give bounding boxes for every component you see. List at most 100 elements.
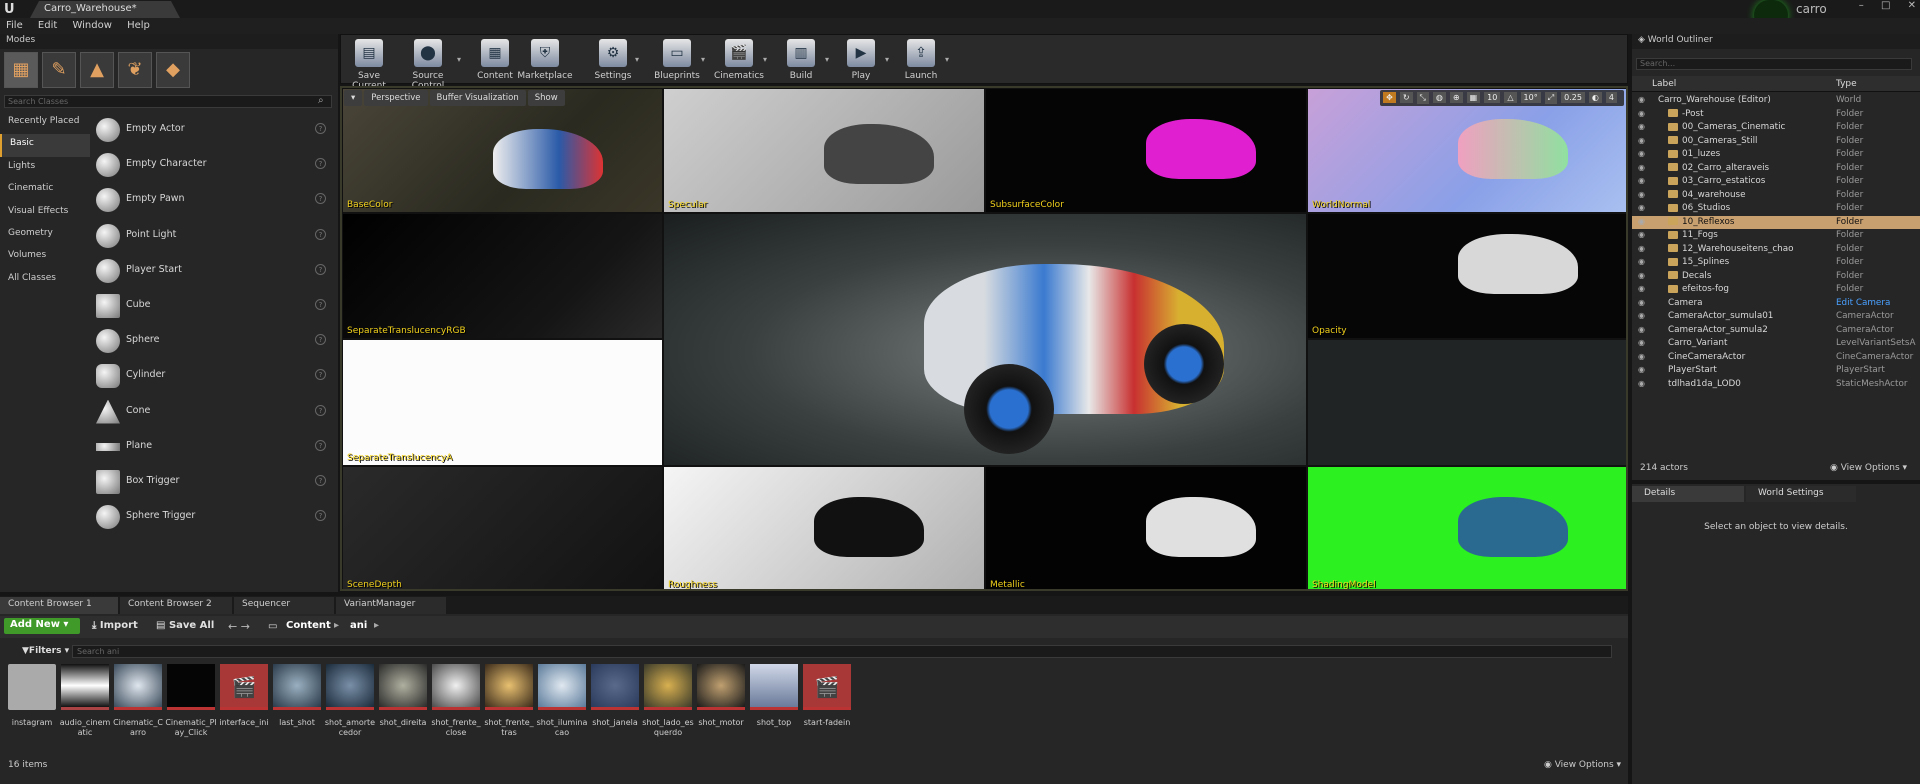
- outliner-row[interactable]: ◉ CameraActor_sumula01 CameraActor: [1632, 310, 1920, 324]
- outliner-row[interactable]: ◉ 02_Carro_alteraveis Folder: [1632, 162, 1920, 176]
- outliner-row[interactable]: ◉ 15_Splines Folder: [1632, 256, 1920, 270]
- visibility-eye-icon[interactable]: ◉: [1638, 244, 1645, 253]
- tab-content-browser-2[interactable]: Content Browser 2: [120, 597, 232, 614]
- outliner-row[interactable]: ◉ Decals Folder: [1632, 270, 1920, 284]
- visibility-eye-icon[interactable]: ◉: [1638, 311, 1645, 320]
- asset-tile[interactable]: shot_frente_close: [430, 664, 482, 738]
- help-icon[interactable]: ?: [315, 439, 326, 451]
- minimize-icon[interactable]: –: [1859, 0, 1864, 11]
- category-all-classes[interactable]: All Classes: [0, 269, 90, 291]
- source-control-button[interactable]: ⬤Source Control: [399, 37, 457, 91]
- search-classes-input[interactable]: Search Classes: [4, 95, 332, 108]
- document-tab[interactable]: Carro_Warehouse*: [30, 1, 180, 18]
- asset-tile[interactable]: last_shot: [271, 664, 323, 728]
- level-viewport[interactable]: BaseColor Specular SubsurfaceColor World…: [340, 86, 1628, 591]
- outliner-row[interactable]: ◉ tdlhad1da_LOD0 StaticMeshActor: [1632, 378, 1920, 392]
- outliner-row[interactable]: ◉ 06_Studios Folder: [1632, 202, 1920, 216]
- perspective-button[interactable]: Perspective: [364, 90, 428, 106]
- class-item[interactable]: Player Start?: [92, 253, 332, 288]
- content-button[interactable]: ▦ Content: [469, 37, 521, 81]
- class-item[interactable]: Cube?: [92, 288, 332, 323]
- tab-content-browser-1[interactable]: Content Browser 1: [0, 597, 118, 614]
- outliner-row[interactable]: ◉ 03_Carro_estaticos Folder: [1632, 175, 1920, 189]
- menu-file[interactable]: File: [0, 18, 29, 33]
- category-lights[interactable]: Lights: [0, 157, 90, 179]
- class-item[interactable]: Empty Actor?: [92, 112, 332, 147]
- chevron-down-icon[interactable]: ▾: [763, 55, 767, 64]
- settings-button[interactable]: ⚙ Settings: [587, 37, 639, 81]
- world-local-icon[interactable]: ◍: [1432, 92, 1446, 103]
- paint-mode-icon[interactable]: ✎: [42, 52, 76, 88]
- launch-button[interactable]: ⇪ Launch: [895, 37, 947, 81]
- class-item[interactable]: Sphere?: [92, 323, 332, 358]
- asset-tile[interactable]: 🎬 start-fadein: [801, 664, 853, 728]
- grid-snap-value[interactable]: 10: [1484, 92, 1501, 103]
- translate-icon[interactable]: ✥: [1383, 92, 1396, 103]
- asset-search-input[interactable]: Search ani: [72, 645, 1612, 658]
- place-mode-icon[interactable]: ▦: [4, 52, 38, 88]
- grid-snap-icon[interactable]: ▦: [1466, 92, 1481, 103]
- visibility-eye-icon[interactable]: ◉: [1638, 379, 1645, 388]
- help-icon[interactable]: ?: [315, 404, 326, 416]
- breadcrumb-separator-icon[interactable]: ▸: [334, 620, 339, 631]
- visibility-eye-icon[interactable]: ◉: [1638, 203, 1645, 212]
- asset-tile[interactable]: shot_iluminacao: [536, 664, 588, 738]
- menu-help[interactable]: Help: [121, 18, 156, 33]
- asset-tile[interactable]: shot_lado_esquerdo: [642, 664, 694, 738]
- asset-tile[interactable]: 🎬 interface_ini: [218, 664, 270, 728]
- help-icon[interactable]: ?: [315, 298, 326, 310]
- save-current-button[interactable]: ▤Save Current: [343, 37, 395, 91]
- menu-window[interactable]: Window: [66, 18, 117, 33]
- class-item[interactable]: Empty Character?: [92, 147, 332, 182]
- asset-tile[interactable]: shot_direita: [377, 664, 429, 728]
- import-button[interactable]: ⤓ Import: [92, 620, 138, 631]
- help-icon[interactable]: ?: [315, 123, 326, 134]
- asset-tile[interactable]: instagram: [6, 664, 58, 728]
- outliner-row[interactable]: ◉ Carro_Warehouse (Editor) World: [1632, 94, 1920, 108]
- marketplace-button[interactable]: ⛨ Marketplace: [515, 37, 575, 81]
- class-item[interactable]: Point Light?: [92, 218, 332, 253]
- help-icon[interactable]: ?: [315, 334, 326, 346]
- save-all-button[interactable]: ▤ Save All: [156, 620, 214, 631]
- chevron-down-icon[interactable]: ▾: [701, 55, 705, 64]
- visibility-eye-icon[interactable]: ◉: [1638, 217, 1645, 226]
- outliner-row[interactable]: ◉ efeitos-fog Folder: [1632, 283, 1920, 297]
- foliage-mode-icon[interactable]: ❦: [118, 52, 152, 88]
- breadcrumb-content[interactable]: Content: [286, 620, 331, 631]
- visibility-eye-icon[interactable]: ◉: [1638, 271, 1645, 280]
- outliner-row[interactable]: ◉ 00_Cameras_Cinematic Folder: [1632, 121, 1920, 135]
- category-visual-effects[interactable]: Visual Effects: [0, 202, 90, 224]
- tab-variant-manager[interactable]: VariantManager: [336, 597, 446, 614]
- camera-speed-value[interactable]: 4: [1605, 92, 1617, 103]
- visibility-eye-icon[interactable]: ◉: [1638, 298, 1645, 307]
- maximize-icon[interactable]: □: [1881, 0, 1890, 11]
- rotation-snap-icon[interactable]: △: [1504, 92, 1517, 103]
- back-arrow-icon[interactable]: ←: [228, 620, 237, 633]
- visibility-eye-icon[interactable]: ◉: [1638, 163, 1645, 172]
- visibility-eye-icon[interactable]: ◉: [1638, 95, 1645, 104]
- category-geometry[interactable]: Geometry: [0, 224, 90, 246]
- help-icon[interactable]: ?: [315, 158, 326, 170]
- help-icon[interactable]: ?: [315, 193, 326, 205]
- tab-world-settings[interactable]: World Settings: [1746, 486, 1856, 502]
- asset-tile[interactable]: Cinematic_Carro: [112, 664, 164, 738]
- category-basic[interactable]: Basic: [0, 134, 90, 157]
- breadcrumb-ani[interactable]: ani: [350, 620, 367, 631]
- outliner-row[interactable]: ◉ CameraActor_sumula2 CameraActor: [1632, 324, 1920, 338]
- visibility-eye-icon[interactable]: ◉: [1638, 365, 1645, 374]
- rotation-snap-value[interactable]: 10°: [1520, 92, 1541, 103]
- menu-edit[interactable]: Edit: [32, 18, 63, 33]
- outliner-row[interactable]: ◉ Carro_Variant LevelVariantSetsA: [1632, 337, 1920, 351]
- outliner-row[interactable]: ◉ PlayerStart PlayerStart: [1632, 364, 1920, 378]
- landscape-mode-icon[interactable]: ▲: [80, 52, 114, 88]
- breadcrumb-separator-icon[interactable]: ▸: [374, 620, 379, 631]
- class-item[interactable]: Sphere Trigger?: [92, 499, 332, 534]
- help-icon[interactable]: ?: [315, 474, 326, 486]
- help-icon[interactable]: ?: [315, 369, 326, 381]
- buffer-visualization-button[interactable]: Buffer Visualization: [429, 90, 526, 106]
- outliner-row[interactable]: ◉ 00_Cameras_Still Folder: [1632, 135, 1920, 149]
- class-item[interactable]: Empty Pawn?: [92, 182, 332, 217]
- visibility-eye-icon[interactable]: ◉: [1638, 122, 1645, 131]
- world-outliner-tab[interactable]: ◈ World Outliner: [1632, 34, 1920, 49]
- asset-tile[interactable]: shot_amortecedor: [324, 664, 376, 738]
